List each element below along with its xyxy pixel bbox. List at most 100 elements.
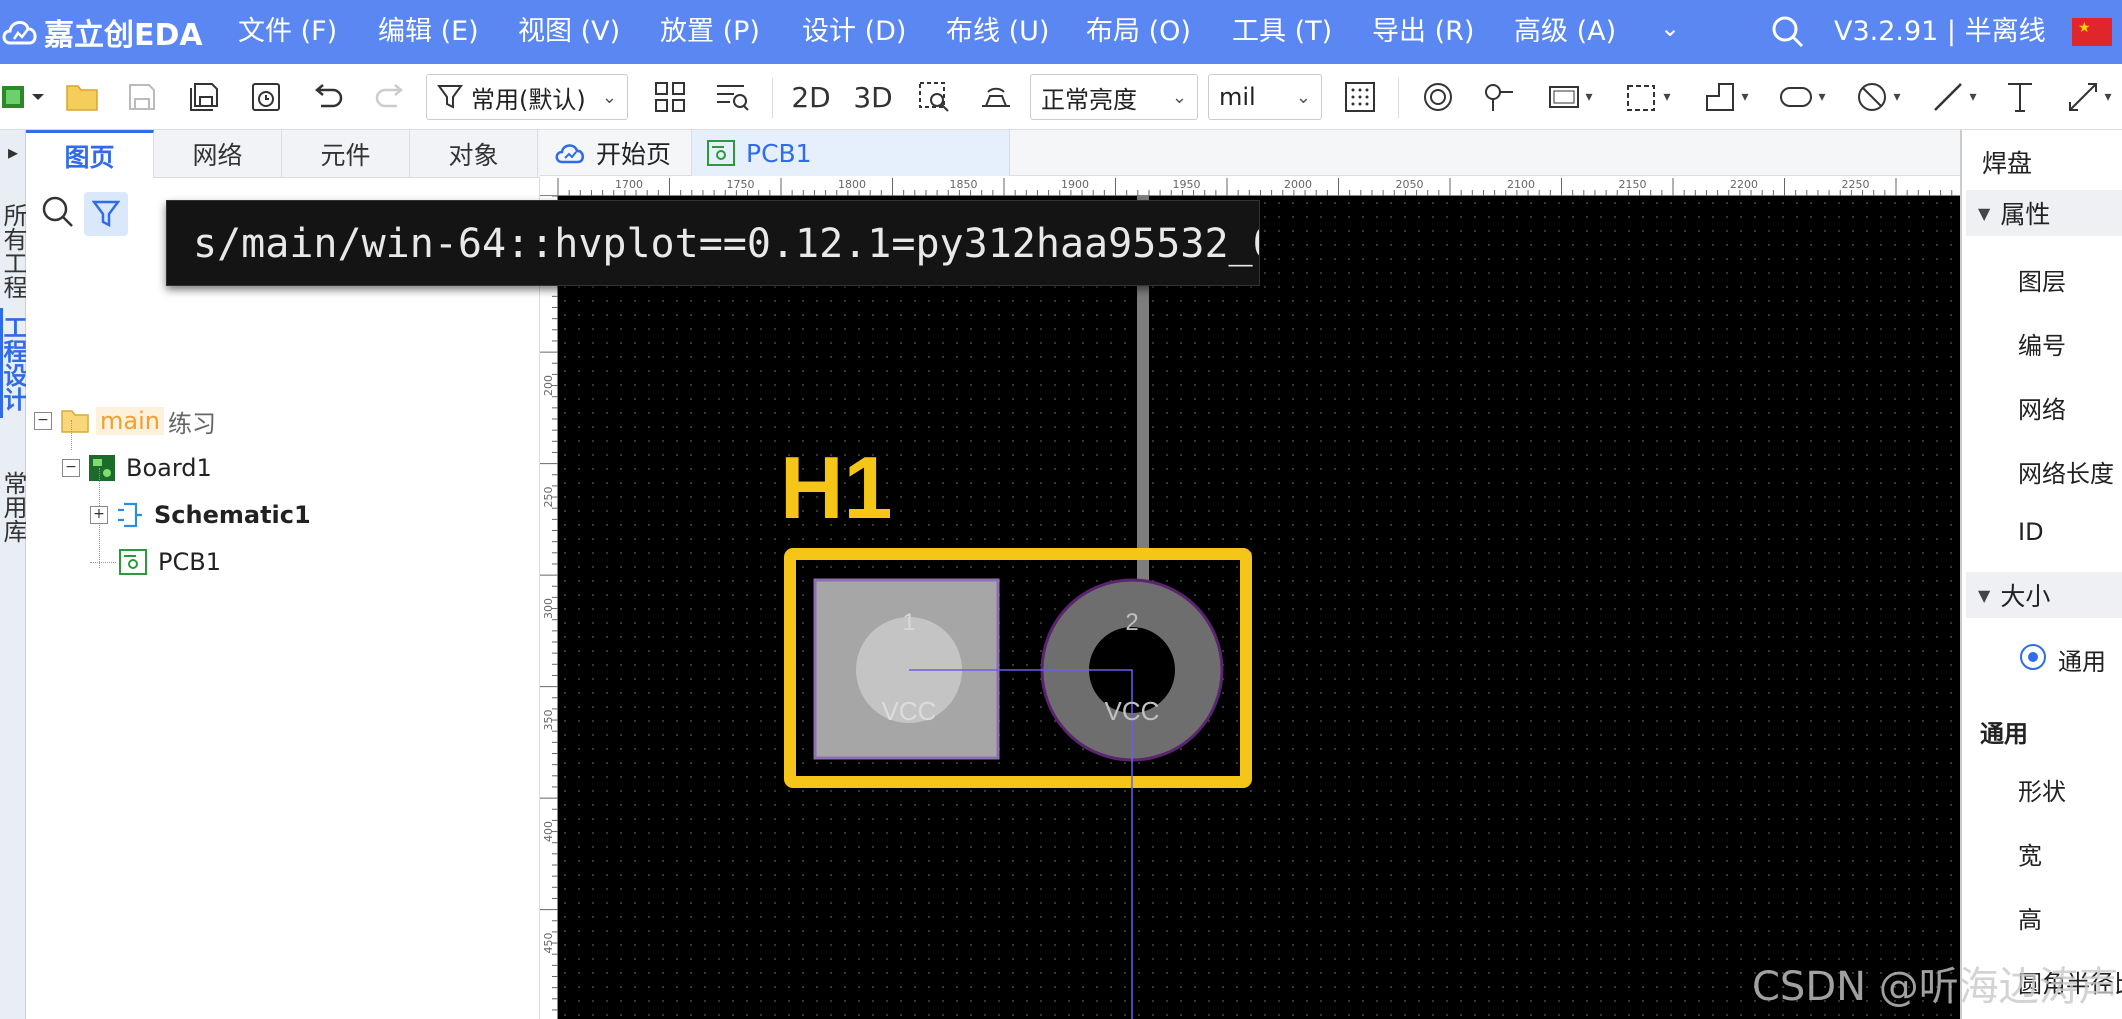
menu-bar: 嘉立创EDA 文件 (F) 编辑 (E) 视图 (V) 放置 (P) 设计 (D… xyxy=(0,0,2122,64)
redo-icon[interactable] xyxy=(370,76,410,118)
cloud-logo-icon xyxy=(2,21,37,45)
board-outline-tool-icon[interactable]: ▾ xyxy=(1540,76,1600,118)
chevron-down-icon: ⌄ xyxy=(601,86,617,108)
pcb-canvas[interactable]: H1 1 2 VCC VCC xyxy=(558,196,1960,1019)
pcb-icon xyxy=(119,549,147,575)
ruler-h-tick-label: 2250 xyxy=(1842,178,1870,191)
expand-icon[interactable]: + xyxy=(90,506,108,524)
region-tool-icon[interactable]: ▾ xyxy=(1618,76,1678,118)
ruler-v-tick-label: 200 xyxy=(542,375,555,396)
pcb-icon xyxy=(707,140,735,166)
open-folder-icon[interactable] xyxy=(62,76,102,118)
strip-tab-common-library[interactable]: 常用库 xyxy=(0,460,27,554)
tab-components[interactable]: 元件 xyxy=(282,130,410,178)
ruler-h-tick-label: 2200 xyxy=(1730,178,1758,191)
prop-shape: 形状 xyxy=(2018,778,2066,806)
filter-icon[interactable] xyxy=(84,192,128,236)
list-search-icon[interactable] xyxy=(710,76,754,118)
ruler-h-tick-label: 2050 xyxy=(1396,178,1424,191)
tab-objects[interactable]: 对象 xyxy=(410,130,538,178)
pad-tool-icon[interactable] xyxy=(1418,76,1458,118)
board-label: Board1 xyxy=(126,454,212,482)
ellipse-tool-icon[interactable]: ▾ xyxy=(1772,76,1832,118)
strip-tab-project-design[interactable]: 工程设计 xyxy=(0,308,27,418)
left-side-strip: ▸ 所有工程 工程设计 常用库 xyxy=(0,130,27,1019)
brightness-value: 正常亮度 xyxy=(1041,85,1137,114)
designator-label[interactable]: H1 xyxy=(780,438,893,537)
collapse-icon[interactable]: − xyxy=(34,412,52,430)
strip-collapse-icon[interactable]: ▸ xyxy=(0,140,26,164)
dimension-tool-icon[interactable]: ▾ xyxy=(2056,76,2122,118)
china-flag-icon[interactable]: ★ xyxy=(2072,18,2112,46)
via-tool-icon[interactable] xyxy=(1478,76,1518,118)
menu-file[interactable]: 文件 (F) xyxy=(238,14,337,50)
units-dropdown[interactable]: mil ⌄ xyxy=(1208,74,1322,120)
menu-view[interactable]: 视图 (V) xyxy=(518,14,620,50)
project-name: 练习 xyxy=(167,409,216,438)
menu-place[interactable]: 放置 (P) xyxy=(660,14,760,50)
search-icon[interactable] xyxy=(1770,14,1806,54)
tooltip-overlay: s/main/win-64::hvplot==0.12.1=py312haa95… xyxy=(166,200,1260,286)
more-menu-chevron-icon[interactable]: ⌄ xyxy=(1660,14,1680,42)
no-connect-tool-icon[interactable]: ▾ xyxy=(1848,76,1908,118)
new-project-icon[interactable] xyxy=(0,76,44,118)
view-2d-button[interactable]: 2D xyxy=(788,76,834,118)
search-icon[interactable] xyxy=(38,192,78,232)
pad-2-net: VCC xyxy=(1105,696,1160,726)
tree-board[interactable]: − Board1 xyxy=(62,449,212,487)
tab-nets[interactable]: 网络 xyxy=(154,130,282,178)
prop-net: 网络 xyxy=(2018,396,2066,424)
ruler-h-tick-label: 1750 xyxy=(727,178,755,191)
filter-dropdown[interactable]: 常用(默认) ⌄ xyxy=(426,74,628,120)
app-logo[interactable]: 嘉立创EDA xyxy=(0,8,203,56)
ruler-h-tick-label: 1950 xyxy=(1173,178,1201,191)
menu-edit[interactable]: 编辑 (E) xyxy=(378,14,479,50)
ruler-h-tick-label: 1700 xyxy=(615,178,643,191)
tree-pcb[interactable]: PCB1 xyxy=(90,543,221,581)
line-tool-icon[interactable]: ▾ xyxy=(1924,76,1984,118)
menu-advanced[interactable]: 高级 (A) xyxy=(1514,14,1616,50)
brightness-dropdown[interactable]: 正常亮度 ⌄ xyxy=(1030,74,1198,120)
tab-start-page[interactable]: 开始页 xyxy=(540,130,692,176)
menu-layout[interactable]: 布局 (O) xyxy=(1086,14,1191,50)
cloud-icon xyxy=(555,144,584,164)
history-icon[interactable] xyxy=(246,76,286,118)
section-size[interactable]: ▼ 大小 xyxy=(1966,572,2122,618)
section-attributes[interactable]: ▼ 属性 xyxy=(1966,190,2122,236)
flip-board-icon[interactable] xyxy=(974,76,1018,118)
undo-icon[interactable] xyxy=(308,76,348,118)
zoom-area-icon[interactable] xyxy=(912,76,956,118)
project-tag: main xyxy=(96,407,164,435)
tab-pages[interactable]: 图页 xyxy=(26,130,154,178)
prop-number: 编号 xyxy=(2018,332,2066,360)
collapse-triangle-icon: ▼ xyxy=(1978,203,1991,223)
tree-project[interactable]: − main 练习 xyxy=(34,402,216,440)
chevron-down-icon: ⌄ xyxy=(1295,86,1311,108)
save-icon[interactable] xyxy=(122,76,162,118)
strip-tab-all-projects[interactable]: 所有工程 xyxy=(0,196,27,306)
grid-apps-icon[interactable] xyxy=(648,76,692,118)
menu-design[interactable]: 设计 (D) xyxy=(802,14,906,50)
filter-dropdown-value: 常用(默认) xyxy=(471,85,586,114)
ruler-h-tick-label: 2150 xyxy=(1619,178,1647,191)
menu-export[interactable]: 导出 (R) xyxy=(1372,14,1474,50)
text-tool-icon[interactable] xyxy=(1998,76,2042,118)
view-3d-button[interactable]: 3D xyxy=(850,76,896,118)
chevron-down-icon: ⌄ xyxy=(1171,86,1187,108)
polygon-tool-icon[interactable]: ▾ xyxy=(1696,76,1756,118)
tree-schematic[interactable]: + Schematic1 xyxy=(90,496,311,534)
menu-route[interactable]: 布线 (U) xyxy=(946,14,1049,50)
tab-pcb1[interactable]: PCB1 xyxy=(692,130,1010,176)
common-heading: 通用 xyxy=(1980,720,2028,748)
ruler-h-tick-label: 2100 xyxy=(1507,178,1535,191)
menu-tools[interactable]: 工具 (T) xyxy=(1232,14,1332,50)
board-icon xyxy=(89,455,115,481)
save-all-icon[interactable] xyxy=(184,76,224,118)
grid-settings-icon[interactable] xyxy=(1338,76,1382,118)
size-common-radio[interactable] xyxy=(2020,644,2046,670)
pad-2-number: 2 xyxy=(1125,609,1138,636)
collapse-icon[interactable]: − xyxy=(62,459,80,477)
watermark: CSDN @听海边涛声 xyxy=(1752,964,2119,1010)
toolbar-divider xyxy=(1398,78,1399,118)
properties-panel: 焊盘 ▼ 属性 图层 编号 网络 网络长度 ID ▼ 大小 通用 通用 形状 宽… xyxy=(1960,130,2122,1019)
